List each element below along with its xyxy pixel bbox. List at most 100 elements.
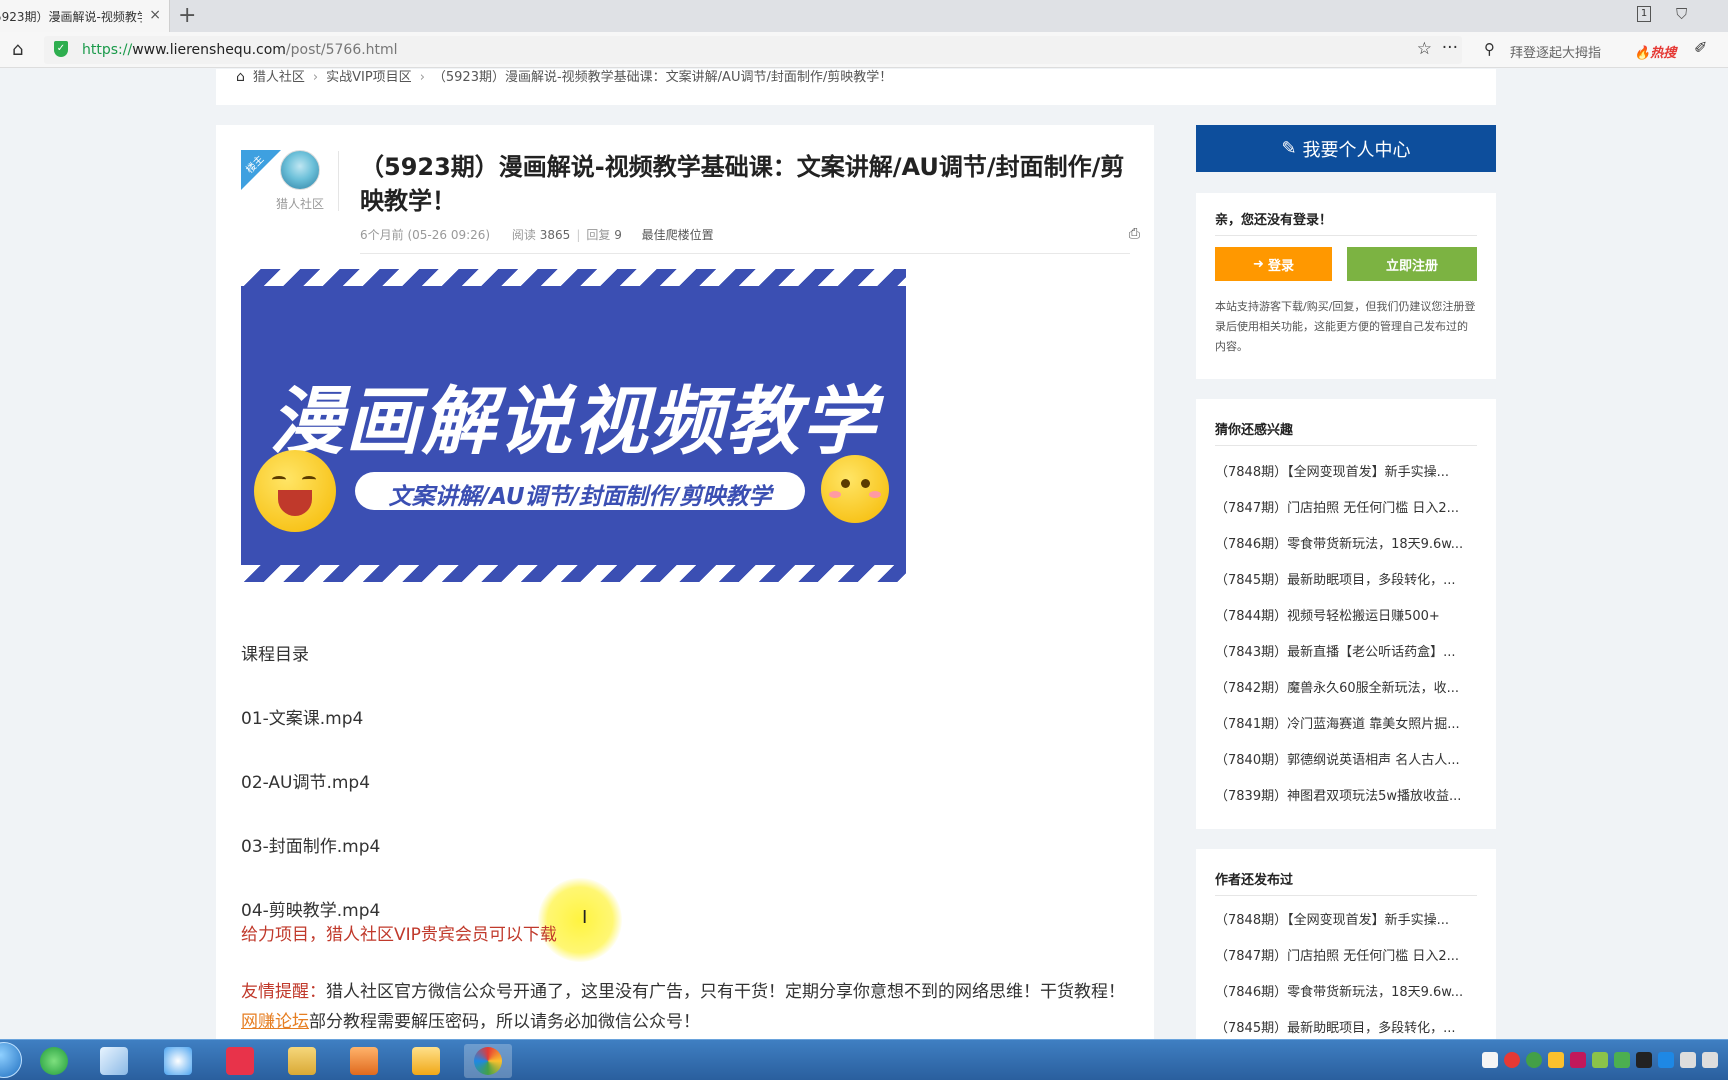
list-item[interactable]: （7847期）门店拍照 无任何门槛 日入2... — [1215, 497, 1477, 516]
list-item[interactable]: （7840期）郭德纲说英语相声 名人古人... — [1215, 749, 1477, 768]
tray-icon[interactable] — [1570, 1052, 1586, 1068]
sign-in-icon: ➜ — [1253, 256, 1264, 272]
shield-icon: ✓ — [54, 41, 68, 57]
search-box[interactable]: ⚲ 拜登逐起大拇指 🔥热搜 — [1476, 36, 1684, 64]
login-prompt: 亲，您还没有登录！ — [1215, 213, 1333, 228]
bookmark-star-icon[interactable]: ☆ — [1417, 39, 1432, 59]
browser-active-icon[interactable] — [464, 1044, 512, 1078]
start-button[interactable] — [0, 1042, 22, 1078]
extension-icon[interactable]: ✐ — [1694, 38, 1707, 57]
url-text[interactable]: https://www.lierenshequ.com/post/5766.ht… — [82, 42, 398, 58]
taskbar — [0, 1039, 1728, 1080]
list-item[interactable]: （7841期）冷门蓝海赛道 靠美女照片掘... — [1215, 713, 1477, 732]
file-item: 04-剪映教学.mp4 — [241, 901, 381, 921]
home-icon[interactable]: ⌂ — [236, 69, 245, 85]
tray-icon[interactable] — [1548, 1052, 1564, 1068]
list-item[interactable]: （7844期）视频号轻松搬运日赚500+ — [1215, 605, 1477, 624]
tray-icon[interactable] — [1482, 1052, 1498, 1068]
banner-subtitle: 文案讲解/AU调节/封面制作/剪映教学 — [388, 484, 772, 510]
browser-toolbar: ⌂ ✓ https://www.lierenshequ.com/post/576… — [0, 32, 1728, 68]
close-icon[interactable]: × — [149, 7, 161, 23]
catalog-heading: 课程目录 — [241, 645, 309, 665]
presentation-icon[interactable] — [340, 1044, 388, 1078]
page-viewport: ⌂ 猎人社区 › 实战VIP项目区 › （5923期）漫画解说-视频教学基础课：文案讲解/… — [0, 69, 1728, 1039]
list-item[interactable]: （7843期）最新直播【老公听话药盒】... — [1215, 641, 1477, 660]
baidu-netdisk-icon[interactable] — [154, 1044, 202, 1078]
system-tray — [1482, 1052, 1718, 1068]
home-icon[interactable]: ⌂ — [12, 39, 23, 60]
chevron-right-icon: › — [312, 70, 319, 85]
volume-icon[interactable] — [1680, 1052, 1696, 1068]
notice-tail: 部分教程需要解压密码，所以请务必加微信公众号！ — [309, 1012, 700, 1032]
post-main: 楼主 猎人社区 （5923期）漫画解说-视频教学基础课：文案讲解/AU调节/封面… — [216, 125, 1154, 1039]
login-note: 本站支持游客下载/购买/回复，但我们仍建议您注册登录后使用相关功能，这能更方便的… — [1215, 300, 1476, 353]
address-bar[interactable]: ✓ https://www.lierenshequ.com/post/5766.… — [44, 36, 1462, 64]
friendly-notice: 友情提醒：猎人社区官方微信公众号开通了，这里没有广告，只有干货！定期分享你意想不… — [241, 977, 1141, 1037]
tab-count-icon[interactable]: 1 — [1637, 6, 1651, 22]
list-item[interactable]: （7845期）最新助眠项目，多段转化，... — [1215, 569, 1477, 588]
print-icon[interactable]: ⎙ — [1129, 226, 1140, 242]
login-button[interactable]: ➜ 登录 — [1215, 247, 1332, 281]
folder-icon[interactable] — [278, 1044, 326, 1078]
tray-icon[interactable] — [1592, 1052, 1608, 1068]
package-icon[interactable] — [402, 1044, 450, 1078]
vip-note: 给力项目，猎人社区VIP贵宾会员可以下载 — [241, 925, 557, 945]
breadcrumb: ⌂ 猎人社区 › 实战VIP项目区 › （5923期）漫画解说-视频教学基础课：文案讲解/… — [236, 69, 892, 85]
read-count: 3865 — [539, 228, 571, 242]
breadcrumb-home[interactable]: 猎人社区 — [253, 70, 305, 85]
chevron-right-icon: › — [419, 70, 425, 85]
tab-bar: 5923期）漫画解说-视频教学 × + 1 ⛉ — [0, 0, 1728, 32]
breadcrumb-section[interactable]: 实战VIP项目区 — [326, 70, 412, 85]
divider — [360, 253, 1130, 254]
list-item[interactable]: （7848期）【全网变现首发】新手实操... — [1215, 461, 1477, 480]
divider — [1215, 445, 1477, 446]
post-title: （5923期）漫画解说-视频教学基础课：文案讲解/AU调节/封面制作/剪映教学！ — [360, 153, 1125, 215]
network-icon[interactable] — [1702, 1052, 1718, 1068]
divider — [1215, 235, 1477, 236]
divider — [338, 151, 339, 211]
notepad-icon[interactable] — [90, 1044, 138, 1078]
list-item[interactable]: （7839期）神图君双项玩法5w播放收益... — [1215, 785, 1477, 804]
edit-icon: ✎ — [1281, 138, 1297, 159]
avatar[interactable] — [280, 150, 320, 190]
file-item: 03-封面制作.mp4 — [241, 837, 381, 857]
interest-title: 猜你还感兴趣 — [1215, 423, 1294, 438]
personal-center-button[interactable]: ✎ 我要个人中心 — [1196, 125, 1496, 172]
post-meta: 6个月前 (05-26 09:26) 阅读 3865 | 回复 9 最佳爬楼位置 — [360, 228, 714, 242]
notice-text: 猎人社区官方微信公众号开通了，这里没有广告，只有干货！定期分享你意想不到的网络思… — [326, 982, 1125, 1002]
interest-panel: 猜你还感兴趣 （7848期）【全网变现首发】新手实操... （7847期）门店拍… — [1196, 399, 1496, 829]
file-item: 01-文案课.mp4 — [241, 709, 364, 729]
smiling-face-icon — [821, 455, 889, 523]
tray-icon[interactable] — [1504, 1052, 1520, 1068]
search-placeholder[interactable]: 拜登逐起大拇指 — [1510, 42, 1601, 61]
forum-link[interactable]: 网赚论坛 — [241, 1012, 309, 1032]
laughing-face-icon — [254, 450, 336, 532]
author-block: 楼主 猎人社区 — [241, 150, 331, 212]
reply-count: 9 — [614, 228, 622, 242]
browser-tab[interactable]: 5923期）漫画解说-视频教学 × — [0, 0, 170, 32]
text-cursor-icon: I — [582, 907, 588, 928]
browser-360-icon[interactable] — [30, 1044, 78, 1078]
more-icon[interactable]: ··· — [1442, 38, 1458, 58]
list-item[interactable]: （7845期）最新助眠项目，多段转化，... — [1215, 1017, 1477, 1036]
tray-icon[interactable] — [1658, 1052, 1674, 1068]
list-item[interactable]: （7848期）【全网变现首发】新手实操... — [1215, 909, 1477, 928]
notice-label: 友情提醒： — [241, 982, 326, 1002]
banner-stripe — [241, 269, 906, 286]
tray-icon[interactable] — [1636, 1052, 1652, 1068]
video-app-icon[interactable] — [216, 1044, 264, 1078]
list-item[interactable]: （7842期）魔兽永久60服全新玩法，收... — [1215, 677, 1477, 696]
banner-title: 漫画解说视频教学 — [269, 379, 878, 465]
register-button[interactable]: 立即注册 — [1347, 247, 1477, 281]
author-posts-panel: 作者还发布过 （7848期）【全网变现首发】新手实操... （7847期）门店拍… — [1196, 849, 1496, 1039]
list-item[interactable]: （7847期）门店拍照 无任何门槛 日入2... — [1215, 945, 1477, 964]
shirt-icon[interactable]: ⛉ — [1676, 5, 1687, 23]
new-tab-button[interactable]: + — [178, 3, 196, 28]
hot-search-link[interactable]: 🔥热搜 — [1634, 42, 1676, 61]
tray-icon[interactable] — [1614, 1052, 1630, 1068]
author-name[interactable]: 猎人社区 — [276, 195, 324, 212]
list-item[interactable]: （7846期）零食带货新玩法，18天9.6w... — [1215, 533, 1477, 552]
tray-icon[interactable] — [1526, 1052, 1542, 1068]
best-floor-link[interactable]: 最佳爬楼位置 — [642, 228, 714, 242]
list-item[interactable]: （7846期）零食带货新玩法，18天9.6w... — [1215, 981, 1477, 1000]
